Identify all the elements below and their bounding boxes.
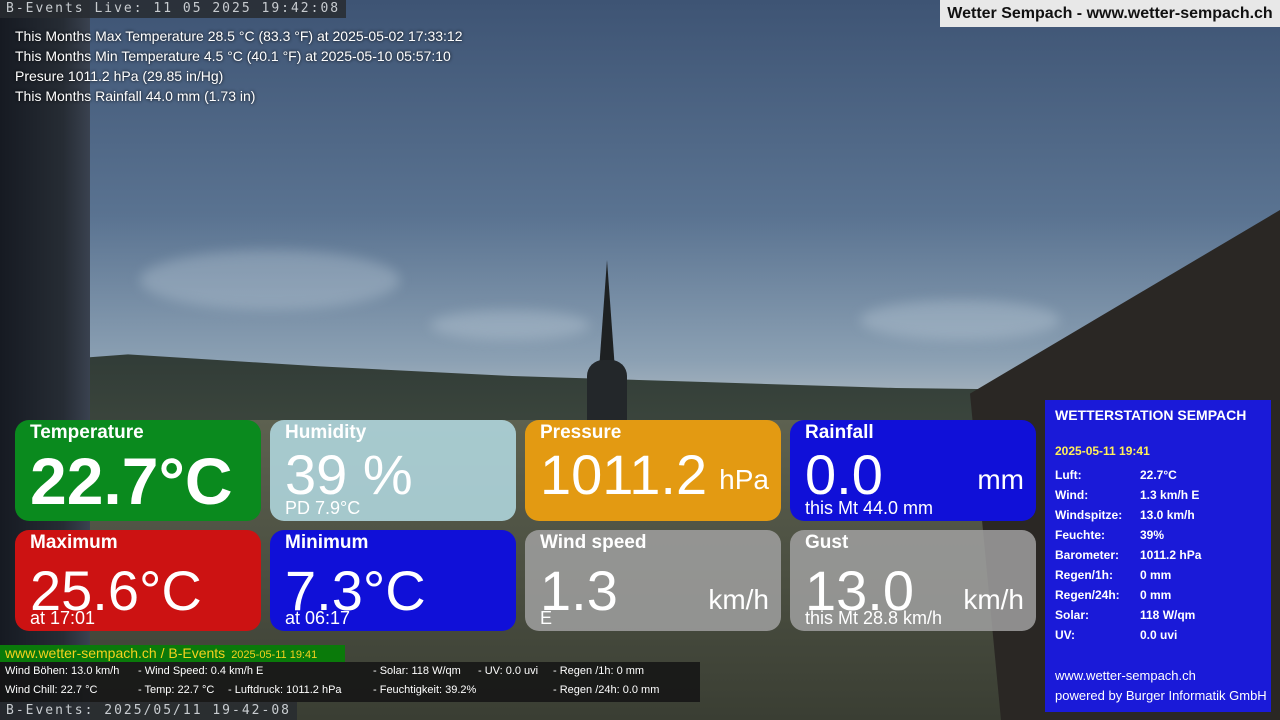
temperature-value: 22.7°C xyxy=(30,444,233,518)
cloud xyxy=(140,250,400,310)
wind-speed-label: Wind speed xyxy=(540,532,647,553)
rainfall-unit: mm xyxy=(977,464,1024,495)
ticker-rain-1h: - Regen /1h: 0 mm xyxy=(553,665,645,677)
minimum-label: Minimum xyxy=(285,532,369,553)
pressure-unit: hPa xyxy=(719,464,769,495)
rainfall-label: Rainfall xyxy=(805,422,874,443)
station-row: Barometer: 1011.2 hPa xyxy=(1055,548,1202,562)
ticker-pressure: - Luftdruck: 1011.2 hPa xyxy=(228,684,342,696)
gust-label: Gust xyxy=(805,532,849,553)
wind-direction: E xyxy=(540,608,553,628)
month-stats: This Months Max Temperature 28.5 °C (83.… xyxy=(15,26,463,106)
ticker-humidity: - Feuchtigkeit: 39.2% xyxy=(373,684,477,696)
temperature-tile: Temperature 22.7°C xyxy=(15,420,261,521)
site-title: Wetter Sempach - www.wetter-sempach.ch xyxy=(940,0,1280,27)
station-row: Luft: 22.7°C xyxy=(1055,468,1177,482)
station-row: Windspitze: 13.0 km/h xyxy=(1055,508,1195,522)
month-pressure: Presure 1011.2 hPa (29.85 in/Hg) xyxy=(15,68,224,84)
ticker-wind-speed: - Wind Speed: 0.4 km/h E xyxy=(138,665,264,677)
wind-speed-tile: Wind speed 1.3 km/h E xyxy=(525,530,781,631)
gust-tile: Gust 13.0 km/h this Mt 28.8 km/h xyxy=(790,530,1036,631)
month-max-temp: This Months Max Temperature 28.5 °C (83.… xyxy=(15,28,463,44)
maximum-label: Maximum xyxy=(30,532,118,553)
osd-live-timestamp: B-Events Live: 11 05 2025 19:42:08 xyxy=(0,0,347,18)
maximum-time: at 17:01 xyxy=(30,608,96,628)
ticker-uv: - UV: 0.0 uvi xyxy=(478,665,539,677)
ticker-wind-chill: Wind Chill: 22.7 °C xyxy=(5,684,98,696)
station-powered-by: powered by Burger Informatik GmbH xyxy=(1055,688,1267,703)
station-panel: WETTERSTATION SEMPACH 2025-05-11 19:41 L… xyxy=(1045,400,1271,712)
station-row: Wind: 1.3 km/h E xyxy=(1055,488,1200,502)
gust-month: this Mt 28.8 km/h xyxy=(805,608,943,628)
rainfall-month: this Mt 44.0 mm xyxy=(805,498,934,518)
humidity-tile: Humidity 39 % PD 7.9°C xyxy=(270,420,516,521)
station-url[interactable]: www.wetter-sempach.ch xyxy=(1055,668,1196,683)
month-min-temp: This Months Min Temperature 4.5 °C (40.1… xyxy=(15,48,451,64)
cloud xyxy=(430,310,590,340)
temperature-label: Temperature xyxy=(30,422,144,443)
humidity-label: Humidity xyxy=(285,422,367,443)
pressure-label: Pressure xyxy=(540,422,622,443)
pressure-tile: Pressure 1011.2 hPa xyxy=(525,420,781,521)
cloud xyxy=(860,300,1060,340)
ticker-date: 2025-05-11 19:41 xyxy=(231,649,318,661)
ticker-solar: - Solar: 118 W/qm xyxy=(373,665,461,677)
station-date: 2025-05-11 19:41 xyxy=(1055,444,1150,458)
ticker-wind-gust: Wind Böhen: 13.0 km/h xyxy=(5,665,120,677)
station-row: UV: 0.0 uvi xyxy=(1055,628,1178,642)
ticker-rain-24h: - Regen /24h: 0.0 mm xyxy=(553,684,660,696)
station-row: Solar: 118 W/qm xyxy=(1055,608,1196,622)
ticker-panel: Wind Böhen: 13.0 km/h - Wind Speed: 0.4 … xyxy=(0,662,700,702)
minimum-tile: Minimum 7.3°C at 06:17 xyxy=(270,530,516,631)
station-row: Regen/1h: 0 mm xyxy=(1055,568,1172,582)
ticker-temp: - Temp: 22.7 °C xyxy=(138,684,215,696)
station-row: Feuchte: 39% xyxy=(1055,528,1165,542)
ticker-site[interactable]: www.wetter-sempach.ch / B-Events xyxy=(5,645,225,661)
station-row: Regen/24h: 0 mm xyxy=(1055,588,1172,602)
maximum-tile: Maximum 25.6°C at 17:01 xyxy=(15,530,261,631)
station-title: WETTERSTATION SEMPACH xyxy=(1055,407,1247,423)
month-rainfall: This Months Rainfall 44.0 mm (1.73 in) xyxy=(15,88,256,104)
dew-point: PD 7.9°C xyxy=(285,498,361,518)
rainfall-tile: Rainfall 0.0 mm this Mt 44.0 mm xyxy=(790,420,1036,521)
wind-speed-unit: km/h xyxy=(708,584,769,615)
ticker-header: www.wetter-sempach.ch / B-Events 2025-05-… xyxy=(0,645,345,662)
osd-bottom-timestamp: B-Events: 2025/05/11 19-42-08 xyxy=(0,702,297,720)
pressure-value: 1011.2 xyxy=(540,443,708,506)
minimum-time: at 06:17 xyxy=(285,608,351,628)
gust-unit: km/h xyxy=(963,584,1024,615)
